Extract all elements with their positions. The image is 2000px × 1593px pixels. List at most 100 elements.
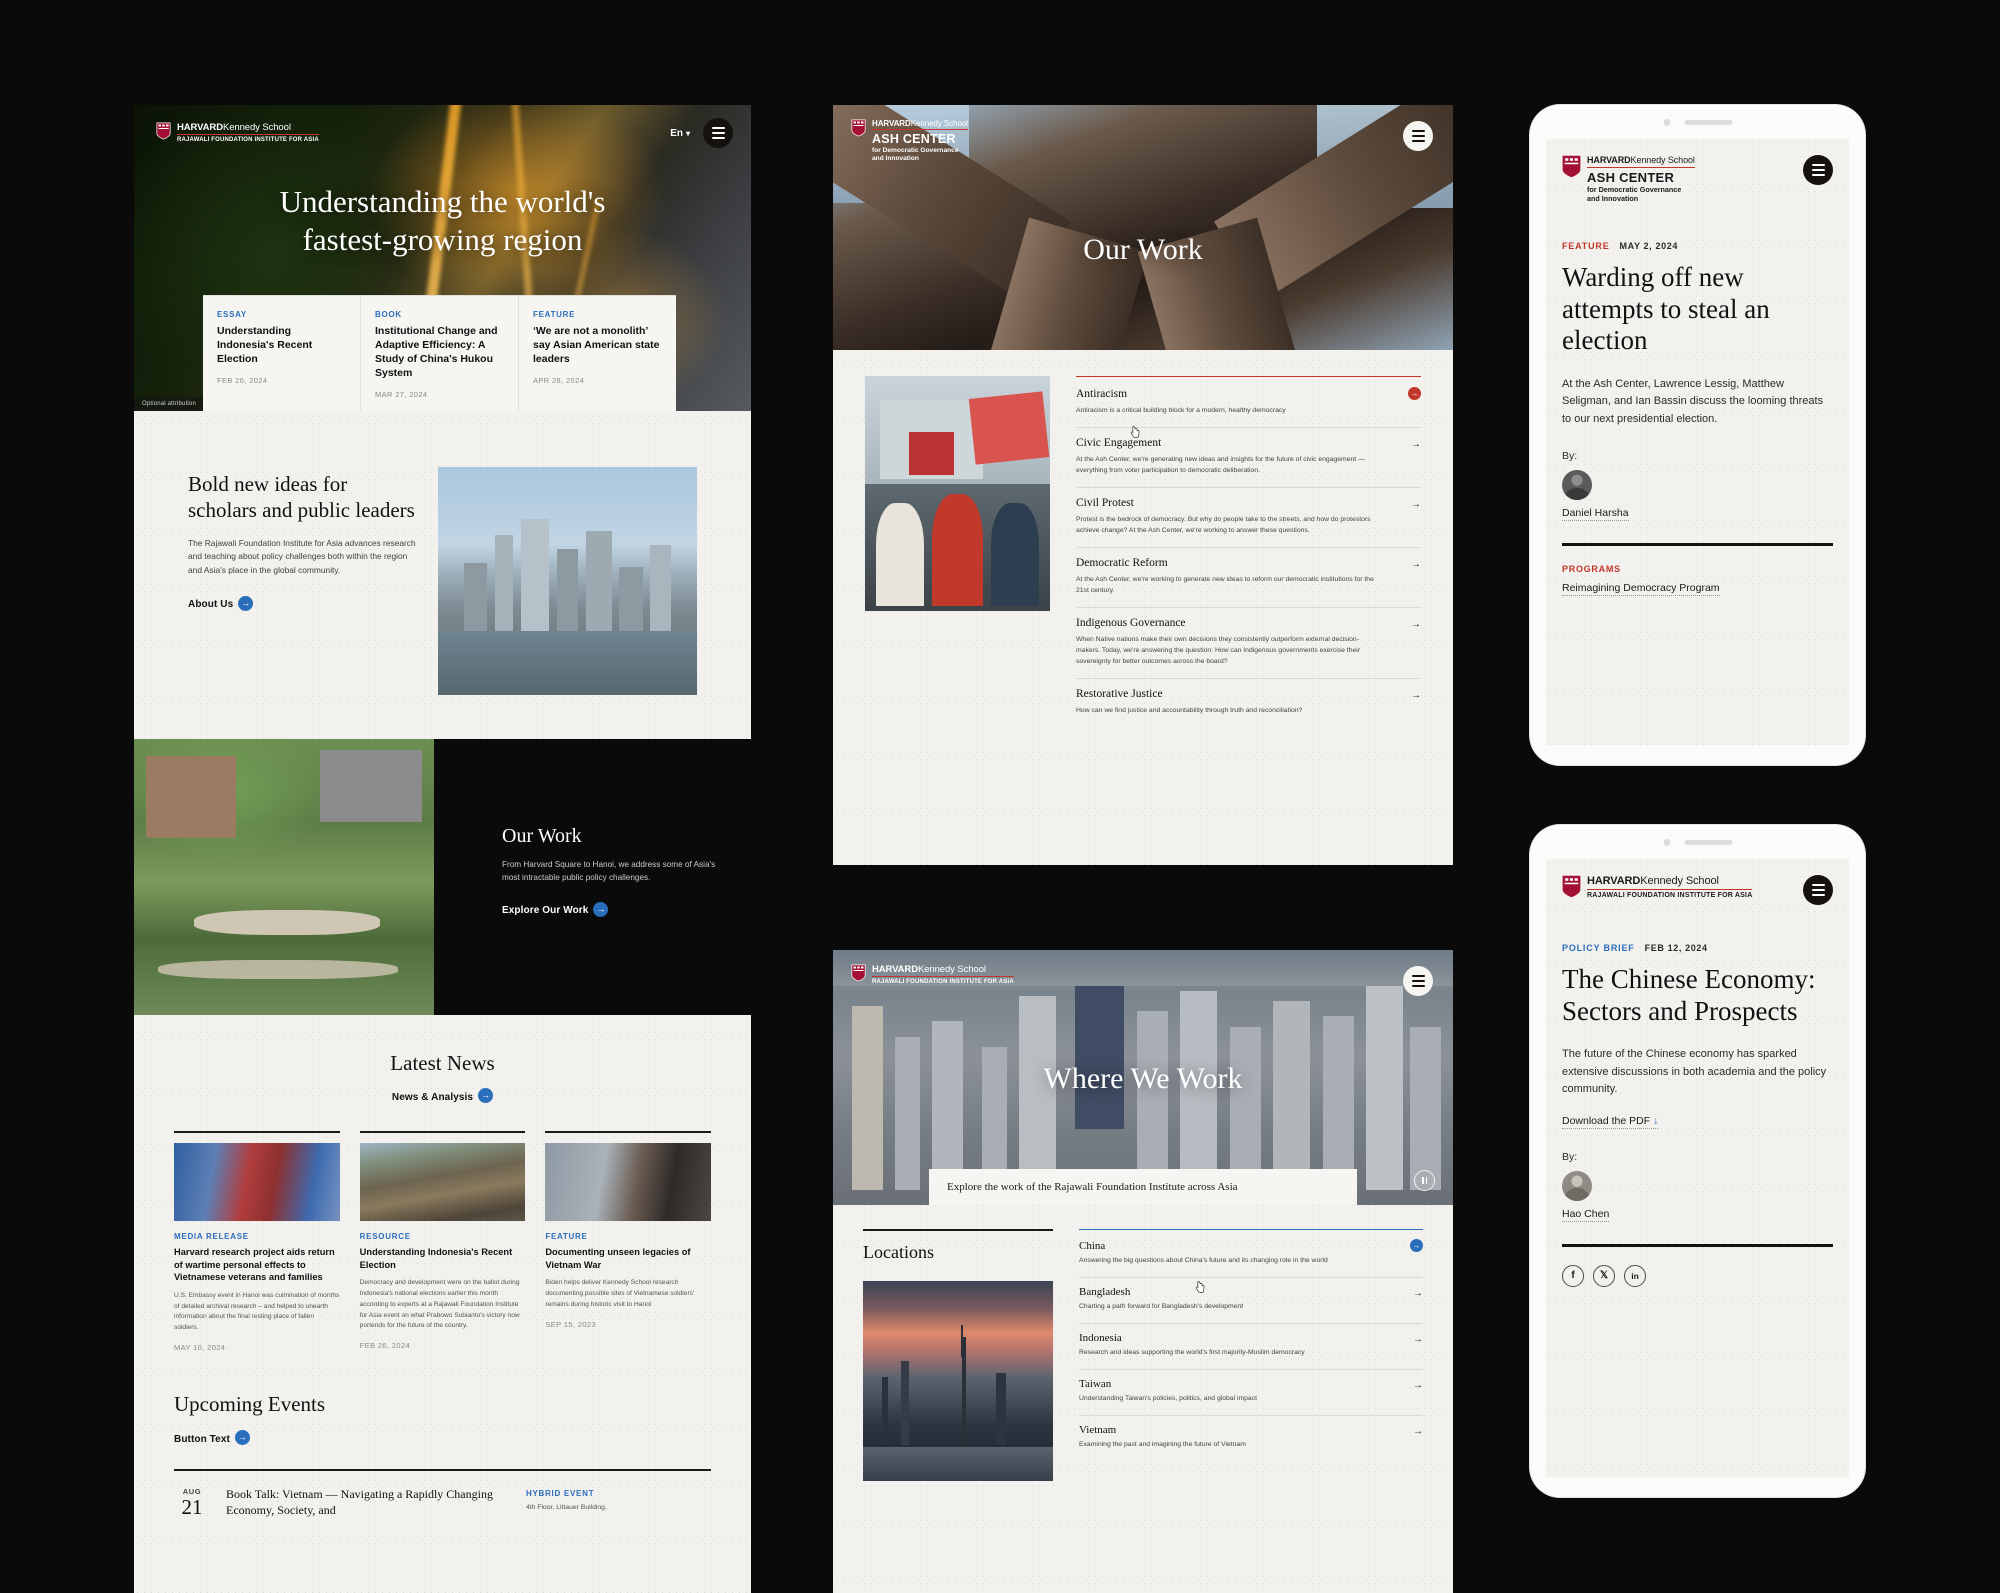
site-logo[interactable]: HARVARDKennedy School RAJAWALI FOUNDATIO… <box>1562 875 1753 900</box>
arrow-right-icon[interactable]: → <box>1410 1239 1423 1252</box>
logo-divider <box>1587 166 1695 168</box>
site-logo[interactable]: HARVARDKennedy School ASH CENTER for Dem… <box>1562 155 1695 203</box>
news-analysis-button[interactable]: News & Analysis → <box>174 1087 711 1105</box>
explore-our-work-label: Explore Our Work <box>502 905 589 917</box>
location-item-bangladesh[interactable]: Bangladesh Charting a path forward for B… <box>1079 1278 1423 1324</box>
logo-divider <box>872 129 968 131</box>
card-date: MAR 27, 2024 <box>375 390 428 399</box>
card-date: APR 28, 2024 <box>533 376 585 386</box>
card-eyebrow: MEDIA RELEASE <box>174 1232 249 1242</box>
site-logo[interactable]: HARVARDKennedy School RAJAWALI FOUNDATIO… <box>851 964 1014 986</box>
latest-news-section: Latest News News & Analysis → MEDIA RELEA… <box>134 1015 751 1352</box>
accordion-body: Antiracism is a critical building block … <box>1076 407 1286 414</box>
about-us-label: About Us <box>188 599 234 611</box>
hero-banner: HARVARDKennedy School ASH CENTER for Dem… <box>833 105 1453 350</box>
location-body: Understanding Taiwan's policies, politic… <box>1079 1394 1257 1402</box>
accordion-body: At the Ash Center, we're working to gene… <box>1076 576 1374 594</box>
arrow-right-icon[interactable]: → <box>1413 1334 1423 1345</box>
language-selector[interactable]: En ▾ <box>670 128 690 139</box>
logo-divider <box>1587 888 1753 890</box>
accordion-item-democratic-reform[interactable]: Democratic Reform At the Ash Center, we'… <box>1076 548 1421 608</box>
accordion-title: Antiracism <box>1076 388 1128 400</box>
arrow-right-icon[interactable]: → <box>1413 1426 1423 1437</box>
author-name[interactable]: Daniel Harsha <box>1562 507 1629 522</box>
phone-screen: HARVARDKennedy School ASH CENTER for Dem… <box>1546 139 1849 745</box>
card-body: Biden helps deliver Kennedy School resea… <box>545 1279 695 1308</box>
news-card[interactable]: FEATURE Documenting unseen legacies of V… <box>545 1131 712 1352</box>
news-card[interactable]: RESOURCE Understanding Indonesia's Recen… <box>359 1131 526 1352</box>
our-work-section: Our Work From Harvard Square to Hanoi, w… <box>134 739 751 1015</box>
arrow-right-icon[interactable]: → <box>1411 499 1421 510</box>
location-title: China <box>1079 1240 1106 1252</box>
facebook-icon[interactable]: f <box>1562 1264 1584 1287</box>
linkedin-icon[interactable]: in <box>1624 1264 1646 1287</box>
hero-image-caption: Optional attribution <box>134 397 204 411</box>
our-work-body: From Harvard Square to Hanoi, we address… <box>502 860 716 883</box>
x-twitter-icon[interactable]: 𝕏 <box>1593 1264 1615 1287</box>
site-logo[interactable]: HARVARDKennedy School ASH CENTER for Dem… <box>851 119 968 164</box>
article-date: MAY 2, 2024 <box>1619 240 1678 251</box>
logo-subtitle-line2: and Innovation <box>1587 193 1639 203</box>
card-title: Institutional Change and Adaptive Effici… <box>375 325 498 380</box>
article-title: Warding off new attempts to steal an ele… <box>1562 261 1770 356</box>
arrow-right-icon[interactable]: → <box>1413 1380 1423 1391</box>
hero-card[interactable]: BOOK Institutional Change and Adaptive E… <box>361 296 519 411</box>
arrow-right-icon[interactable]: → <box>1411 619 1421 630</box>
location-item-china[interactable]: China Answering the big questions about … <box>1079 1229 1423 1278</box>
explore-our-work-button[interactable]: Explore Our Work → <box>502 900 751 918</box>
hamburger-menu-button[interactable] <box>1403 966 1433 996</box>
accordion-item-antiracism[interactable]: Antiracism Antiracism is a critical buil… <box>1076 376 1421 428</box>
news-card[interactable]: MEDIA RELEASE Harvard research project a… <box>174 1131 340 1352</box>
pause-icon[interactable] <box>1414 1170 1435 1191</box>
arrow-right-icon[interactable]: → <box>1411 439 1421 450</box>
arrow-right-icon[interactable]: → <box>1411 559 1421 570</box>
arrow-right-icon[interactable]: → <box>1411 690 1421 701</box>
news-thumbnail <box>359 1143 526 1222</box>
logo-institute-text: RAJAWALI FOUNDATION INSTITUTE FOR ASIA <box>872 979 1014 986</box>
hero-title: Understanding the world's fastest-growin… <box>134 183 751 259</box>
accordion-item-restorative-justice[interactable]: Restorative Justice How can we find just… <box>1076 679 1421 727</box>
hero-card-row: ESSAY Understanding Indonesia's Recent E… <box>203 295 676 411</box>
about-us-button[interactable]: About Us → <box>188 594 420 612</box>
arrow-right-icon[interactable]: → <box>1408 387 1421 400</box>
location-body: Answering the big questions about China'… <box>1079 1257 1328 1264</box>
card-body: Democracy and development were on the ba… <box>359 1279 520 1330</box>
logo-harvard-text: HARVARD <box>177 122 223 133</box>
program-link[interactable]: Reimagining Democracy Program <box>1562 582 1720 597</box>
hamburger-menu-button[interactable] <box>1403 121 1433 151</box>
hamburger-menu-button[interactable] <box>703 118 733 148</box>
article-body: At the Ash Center, Lawrence Lessig, Matt… <box>1562 377 1824 425</box>
event-location: 4th Floor, Littauer Building, <box>526 1504 607 1512</box>
event-type: HYBRID EVENT <box>526 1489 595 1499</box>
hero-card[interactable]: ESSAY Understanding Indonesia's Recent E… <box>203 296 361 411</box>
logo-kennedy-text: Kennedy School <box>1630 155 1695 165</box>
location-item-vietnam[interactable]: Vietnam Examining the past and imagining… <box>1079 1416 1423 1461</box>
author-name[interactable]: Hao Chen <box>1562 1208 1610 1222</box>
event-row[interactable]: AUG 21 Book Talk: Vietnam — Navigating a… <box>174 1471 711 1518</box>
phone-screen: HARVARDKennedy School RAJAWALI FOUNDATIO… <box>1546 859 1849 1477</box>
article-body: The future of the Chinese economy has sp… <box>1562 1048 1827 1096</box>
harvard-shield-icon <box>851 964 866 982</box>
hamburger-menu-button[interactable] <box>1803 875 1833 905</box>
accordion-body: When Native nations make their own decis… <box>1076 636 1361 665</box>
hamburger-menu-button[interactable] <box>1803 155 1833 185</box>
location-item-indonesia[interactable]: Indonesia Research and ideas supporting … <box>1079 1324 1423 1370</box>
site-logo[interactable]: HARVARDKennedy School RAJAWALI FOUNDATIO… <box>156 122 319 144</box>
phone-speaker-icon <box>1684 840 1732 845</box>
section-divider <box>1562 1243 1833 1247</box>
card-eyebrow: FEATURE <box>533 310 576 320</box>
arrow-right-icon: → <box>238 595 254 611</box>
accordion-item-civil-protest[interactable]: Civil Protest Protest is the bedrock of … <box>1076 488 1421 548</box>
logo-harvard-text: HARVARD <box>1587 155 1631 165</box>
event-date: AUG 21 <box>174 1487 210 1518</box>
download-pdf-link[interactable]: Download the PDF ↓ <box>1562 1099 1833 1129</box>
location-item-taiwan[interactable]: Taiwan Understanding Taiwan's policies, … <box>1079 1370 1423 1416</box>
hero-card[interactable]: FEATURE ‘We are not a monolith’ say Asia… <box>519 296 676 411</box>
arrow-right-icon: → <box>234 1429 250 1445</box>
logo-kennedy-text: Kennedy School <box>910 119 968 128</box>
accordion-item-indigenous-governance[interactable]: Indigenous Governance When Native nation… <box>1076 608 1421 679</box>
language-label: En <box>670 127 683 139</box>
events-button[interactable]: Button Text → <box>174 1429 711 1447</box>
phone-camera-icon <box>1663 119 1670 126</box>
arrow-right-icon[interactable]: → <box>1413 1288 1423 1299</box>
